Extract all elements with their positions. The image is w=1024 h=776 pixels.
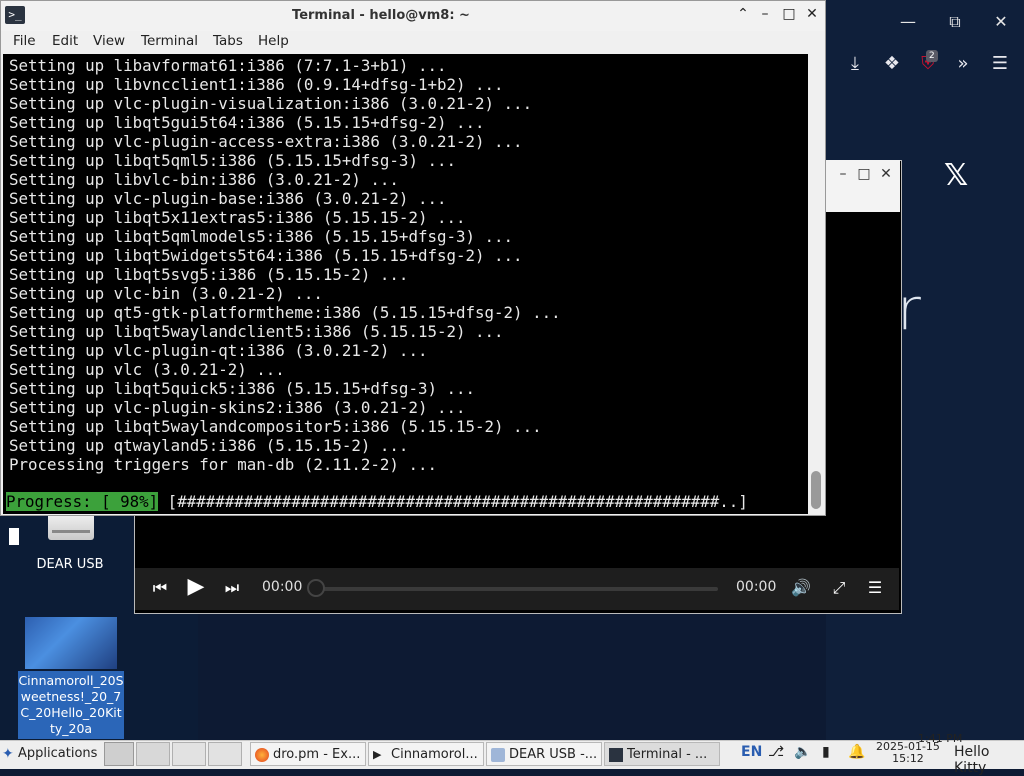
applications-menu[interactable]: ✦ Applications — [0, 742, 104, 766]
show-desktop-icon[interactable] — [104, 742, 134, 766]
vlc-icon: ▶ — [373, 748, 382, 761]
terminal-line: Setting up qtwayland5:i386 (5.15.15-2) .… — [9, 436, 409, 455]
menu-file[interactable]: File — [13, 33, 36, 49]
restore-icon[interactable]: ⧉ — [943, 12, 967, 32]
terminal-line: Setting up libqt5qml5:i386 (5.15.15+dfsg… — [9, 151, 456, 170]
workspace-3[interactable] — [208, 742, 242, 766]
seek-slider[interactable] — [316, 587, 718, 591]
elapsed-time: 00:00 — [262, 579, 303, 595]
volume-icon[interactable]: 🔊 — [788, 578, 814, 597]
extension-badge: 2 — [926, 50, 938, 62]
minimize-icon[interactable]: – — [832, 166, 854, 182]
seek-handle[interactable] — [307, 579, 325, 597]
terminal-icon — [609, 748, 623, 762]
download-icon[interactable]: ⤓ — [843, 52, 867, 76]
terminal-line: Setting up vlc-plugin-qt:i386 (3.0.21-2)… — [9, 341, 428, 360]
menu-view[interactable]: View — [93, 33, 125, 49]
terminal-line: Setting up libavformat61:i386 (7:7.1-3+b… — [9, 56, 447, 75]
terminal-title: Terminal - hello@vm8: ~ — [292, 8, 470, 23]
previous-icon[interactable]: ⏮ — [148, 578, 172, 598]
task-label: DEAR USB -... — [509, 747, 598, 762]
user-name[interactable]: Hello Kitty — [954, 744, 1024, 776]
terminal-line: Setting up libqt5qmlmodels5:i386 (5.15.1… — [9, 227, 514, 246]
task-vlc[interactable]: ▶ Cinnamorol... — [368, 742, 484, 766]
terminal-line: Setting up libvlc-bin:i386 (3.0.21-2) ..… — [9, 170, 399, 189]
playlist-icon[interactable]: ☰ — [862, 578, 888, 597]
terminal-line: Setting up libqt5waylandcompositor5:i386… — [9, 417, 542, 436]
clock-time: 15:12 — [892, 752, 924, 765]
play-icon[interactable]: ▶ — [182, 574, 210, 599]
maximize-icon[interactable]: □ — [779, 6, 799, 22]
usb-drive-icon[interactable] — [48, 512, 94, 540]
folder-icon — [491, 748, 505, 762]
applications-icon: ✦ — [2, 746, 14, 762]
task-label: Cinnamorol... — [391, 747, 478, 762]
terminal-scrollbar-thumb[interactable] — [811, 471, 821, 509]
task-terminal[interactable]: Terminal - ... — [604, 742, 720, 766]
firefox-icon — [255, 748, 269, 762]
menu-tabs[interactable]: Tabs — [213, 33, 243, 49]
terminal-menubar: File Edit View Terminal Tabs Help — [1, 31, 825, 53]
minimize-icon[interactable]: — — [896, 12, 920, 32]
workspace-1[interactable] — [136, 742, 170, 766]
terminal-titlebar[interactable]: >_ Terminal - hello@vm8: ~ ⌃ – □ ✕ — [1, 1, 825, 31]
next-icon[interactable]: ⏭ — [220, 578, 244, 598]
progress-bar-text: [#######################################… — [158, 492, 748, 511]
image-thumbnail-icon[interactable] — [25, 617, 117, 669]
progress-row: Progress: [ 98%] [######################… — [6, 492, 748, 511]
terminal-line: Setting up libqt5svg5:i386 (5.15.15-2) .… — [9, 265, 409, 284]
network-icon[interactable]: ⎇ — [768, 744, 784, 760]
terminal-scrollbar[interactable] — [808, 54, 825, 514]
terminal-line: Setting up libqt5gui5t64:i386 (5.15.15+d… — [9, 113, 485, 132]
x-logo-icon[interactable]: 𝕏 — [944, 158, 968, 193]
maximize-icon[interactable]: □ — [853, 166, 875, 182]
terminal-line: Setting up vlc-bin (3.0.21-2) ... — [9, 284, 323, 303]
language-indicator[interactable]: EN — [741, 744, 762, 760]
terminal-line: Setting up vlc-plugin-visualization:i386… — [9, 94, 533, 113]
terminal-output: Setting up libavformat61:i386 (7:7.1-3+b… — [9, 56, 561, 474]
terminal-line: Setting up qt5-gtk-platformtheme:i386 (5… — [9, 303, 561, 322]
applications-label: Applications — [18, 746, 98, 761]
minimize-icon[interactable]: – — [755, 6, 775, 22]
terminal-line: Setting up libqt5waylandclient5:i386 (5.… — [9, 322, 504, 341]
progress-label: Progress: [ 98%] — [6, 492, 159, 511]
terminal-line: Setting up vlc-plugin-access-extra:i386 … — [9, 132, 523, 151]
text-cursor — [9, 528, 19, 545]
extensions-icon[interactable]: ❖ — [880, 52, 904, 76]
total-time: 00:00 — [736, 579, 777, 595]
terminal-line: Setting up vlc-plugin-skins2:i386 (3.0.2… — [9, 398, 466, 417]
close-icon[interactable]: ✕ — [802, 6, 822, 22]
image-file-label[interactable]: Cinnamoroll_20Sweetness!_20_7C_20Hello_2… — [18, 671, 124, 739]
terminal-line: Processing triggers for man-db (2.11.2-2… — [9, 455, 437, 474]
menu-help[interactable]: Help — [258, 33, 289, 49]
terminal-output-area[interactable]: Setting up libavformat61:i386 (7:7.1-3+b… — [3, 54, 808, 545]
fullscreen-icon[interactable]: ⤢ — [826, 578, 852, 598]
menu-edit[interactable]: Edit — [52, 33, 78, 49]
workspace-2[interactable] — [172, 742, 206, 766]
terminal-line: Setting up libqt5x11extras5:i386 (5.15.1… — [9, 208, 466, 227]
notification-bell-icon[interactable]: 🔔 — [848, 744, 865, 760]
usb-drive-label[interactable]: DEAR USB — [20, 557, 120, 572]
terminal-line: Setting up libqt5quick5:i386 (5.15.15+df… — [9, 379, 476, 398]
terminal-window: >_ Terminal - hello@vm8: ~ ⌃ – □ ✕ File … — [0, 0, 826, 545]
terminal-line: Setting up vlc (3.0.21-2) ... — [9, 360, 285, 379]
task-label: dro.pm - Ex... — [273, 747, 361, 762]
close-icon[interactable]: ✕ — [989, 12, 1013, 32]
task-label: Terminal - ... — [627, 747, 708, 762]
close-icon[interactable]: ✕ — [875, 166, 897, 182]
task-firefox[interactable]: dro.pm - Ex... — [250, 742, 366, 766]
terminal-line: Setting up libvncclient1:i386 (0.9.14+df… — [9, 75, 504, 94]
terminal-line: Setting up vlc-plugin-base:i386 (3.0.21-… — [9, 189, 447, 208]
terminal-line: Setting up libqt5widgets5t64:i386 (5.15.… — [9, 246, 523, 265]
task-file-manager[interactable]: DEAR USB -... — [486, 742, 602, 766]
overflow-chevron-icon[interactable]: » — [951, 52, 975, 76]
menu-terminal[interactable]: Terminal — [141, 33, 198, 49]
volume-icon[interactable]: 🔈 — [794, 744, 811, 760]
menu-icon[interactable]: ☰ — [988, 52, 1012, 76]
battery-icon[interactable]: ▮ — [822, 744, 830, 760]
chevron-up-icon[interactable]: ⌃ — [733, 6, 753, 22]
